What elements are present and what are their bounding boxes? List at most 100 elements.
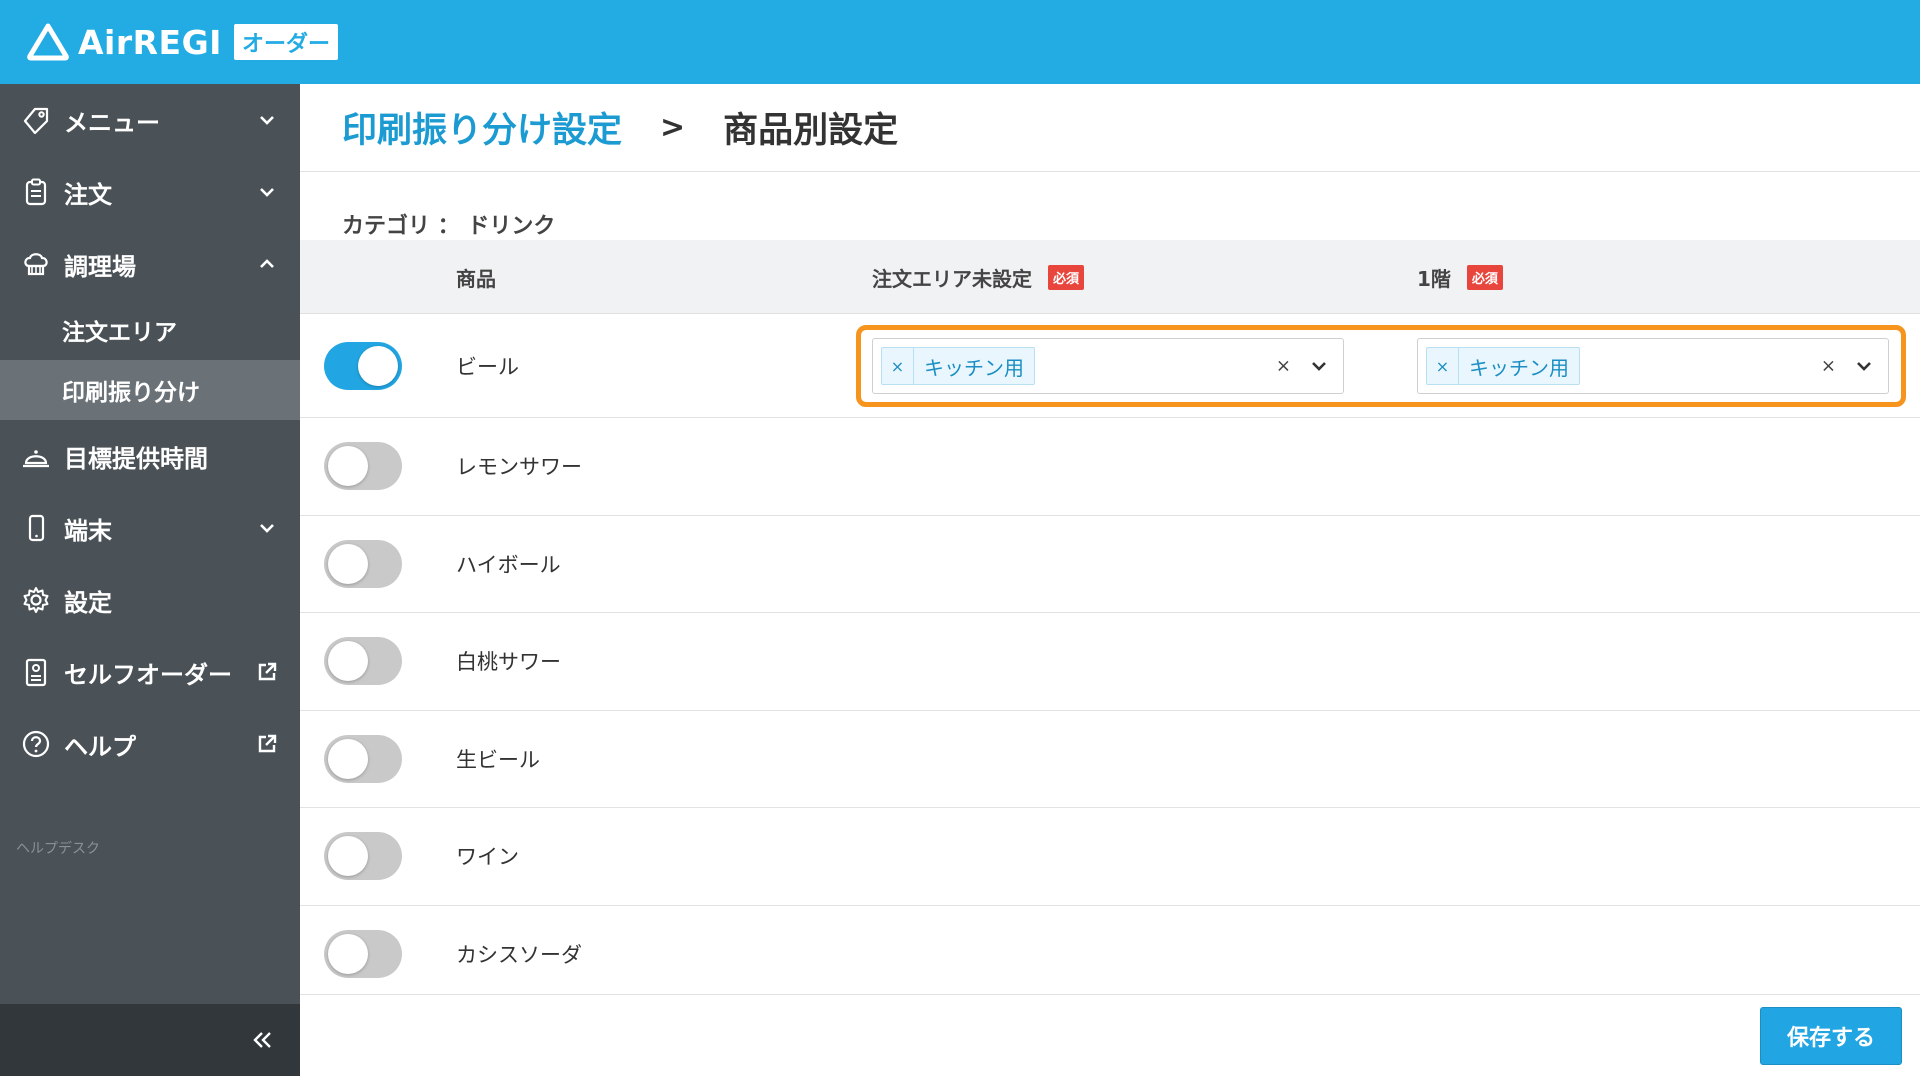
enable-toggle[interactable] [324, 539, 402, 588]
column-header-area-unset: 注文エリア未設定 必須 [872, 240, 1085, 314]
sidebar-item-kitchen[interactable]: 調理場 [0, 228, 300, 300]
clipboard-icon [20, 176, 52, 208]
enable-toggle[interactable] [324, 442, 402, 491]
enable-toggle[interactable] [324, 637, 402, 686]
required-badge: 必須 [1048, 264, 1085, 290]
sidebar-item-devices[interactable]: 端末 [0, 492, 300, 564]
toggle-knob [328, 543, 368, 584]
collapse-sidebar-icon[interactable] [248, 1026, 276, 1054]
sidebar-item-settings[interactable]: 設定 [0, 564, 300, 636]
table-row: カシスソーダ [300, 906, 1920, 1004]
chef-hat-icon [20, 248, 52, 280]
product-name: カシスソーダ [456, 943, 582, 968]
sidebar: メニュー 注文 調理場 注文エリア 印刷振り分け 目標提供時間 端末 設定 セル… [0, 84, 300, 1076]
table-row: レモンサワー [300, 418, 1920, 516]
product-list: ビール レモンサワー ハイボール 白桃サワー 生ビール ワイン カシスソーダ [300, 314, 1920, 1003]
sidebar-item-target-time[interactable]: 目標提供時間 [0, 420, 300, 492]
gear-icon [20, 584, 52, 616]
column-header-label: 1階 [1417, 266, 1451, 291]
sidebar-item-label: ヘルプ [64, 732, 136, 761]
main-content: 印刷振り分け設定 > 商品別設定 カテゴリ ： ドリンク 商品 注文エリア未設定… [300, 84, 1920, 1076]
breadcrumb: 印刷振り分け設定 > 商品別設定 [300, 84, 1920, 172]
table-row: ワイン [300, 808, 1920, 906]
product-name: ビール [456, 354, 519, 379]
tag-icon [20, 104, 52, 136]
toggle-knob [328, 446, 368, 487]
enable-toggle[interactable] [324, 341, 402, 390]
sidebar-item-label: セルフオーダー [64, 660, 232, 689]
chevron-down-icon [260, 116, 274, 125]
column-header-label: 商品 [456, 266, 496, 291]
breadcrumb-link[interactable]: 印刷振り分け設定 [342, 102, 622, 153]
chevron-down-icon [260, 188, 274, 197]
sidebar-subitem-order-area[interactable]: 注文エリア [0, 300, 300, 360]
product-name: レモンサワー [456, 455, 582, 480]
table-row: 生ビール [300, 711, 1920, 808]
sidebar-item-label: 目標提供時間 [64, 444, 208, 473]
breadcrumb-separator: > [660, 110, 686, 145]
sidebar-item-label: 設定 [64, 588, 112, 617]
chevron-down-icon [260, 524, 274, 533]
toggle-knob [328, 738, 368, 779]
sidebar-item-label: 端末 [64, 516, 112, 545]
footer-bar: 保存する [300, 994, 1920, 1076]
helpdesk-label: ヘルプデスク [16, 841, 100, 857]
table-row: 白桃サワー [300, 613, 1920, 711]
remove-tag-icon[interactable]: × [882, 348, 914, 384]
enable-toggle[interactable] [324, 930, 402, 979]
sidebar-collapse-bar [0, 1004, 300, 1076]
sidebar-item-label: メニュー [64, 108, 160, 137]
logo-text: AirREGI [78, 22, 222, 62]
clear-selection-icon[interactable]: × [1276, 356, 1291, 377]
sidebar-item-label: 調理場 [64, 252, 136, 281]
toggle-knob [328, 934, 368, 975]
top-bar: AirREGI オーダー [0, 0, 1920, 84]
required-badge: 必須 [1466, 264, 1503, 290]
phone-icon [20, 512, 52, 544]
help-icon [20, 728, 52, 760]
toggle-knob [328, 641, 368, 682]
sidebar-subitem-print-routing[interactable]: 印刷振り分け [0, 360, 300, 420]
sidebar-item-self-order[interactable]: セルフオーダー [0, 636, 300, 708]
order-card-icon [20, 656, 52, 688]
sidebar-item-help[interactable]: ヘルプ [0, 708, 300, 780]
save-button[interactable]: 保存する [1760, 1007, 1902, 1065]
external-link-icon [258, 734, 277, 753]
toggle-knob [328, 836, 368, 877]
selected-tag: × キッチン用 [881, 347, 1035, 385]
app-logo[interactable]: AirREGI オーダー [26, 22, 338, 62]
table-row: ハイボール [300, 516, 1920, 613]
product-name: 生ビール [456, 747, 540, 772]
column-header-floor1: 1階 必須 [1417, 240, 1503, 314]
sidebar-item-menu[interactable]: メニュー [0, 84, 300, 156]
chevron-up-icon [260, 259, 274, 268]
table-header: 商品 注文エリア未設定 必須 1階 必須 [300, 240, 1920, 314]
remove-tag-icon[interactable]: × [1427, 348, 1459, 384]
logo-badge: オーダー [233, 24, 338, 60]
floor1-select[interactable]: × キッチン用 × [1417, 338, 1889, 394]
sidebar-item-order[interactable]: 注文 [0, 156, 300, 228]
logo-triangle-icon [27, 23, 69, 61]
column-header-product: 商品 [456, 240, 496, 314]
area-unset-select[interactable]: × キッチン用 × [872, 338, 1344, 394]
product-name: ワイン [456, 845, 519, 870]
column-header-label: 注文エリア未設定 [872, 266, 1032, 291]
product-name: ハイボール [456, 552, 561, 577]
tag-label: キッチン用 [1469, 355, 1569, 380]
cloche-icon [20, 440, 52, 472]
sidebar-subitem-label: 注文エリア [62, 320, 177, 346]
enable-toggle[interactable] [324, 734, 402, 783]
toggle-knob [358, 345, 398, 386]
product-name: 白桃サワー [456, 650, 561, 675]
enable-toggle[interactable] [324, 832, 402, 881]
tag-label: キッチン用 [924, 355, 1024, 380]
chevron-down-icon[interactable] [1309, 356, 1329, 376]
external-link-icon [258, 662, 277, 681]
page-title: 商品別設定 [723, 111, 899, 151]
selected-tag: × キッチン用 [1426, 347, 1580, 385]
category-label: カテゴリ ： ドリンク [342, 214, 556, 239]
clear-selection-icon[interactable]: × [1821, 356, 1836, 377]
sidebar-item-label: 注文 [64, 180, 112, 209]
sidebar-subitem-label: 印刷振り分け [62, 380, 200, 406]
chevron-down-icon[interactable] [1854, 356, 1874, 376]
